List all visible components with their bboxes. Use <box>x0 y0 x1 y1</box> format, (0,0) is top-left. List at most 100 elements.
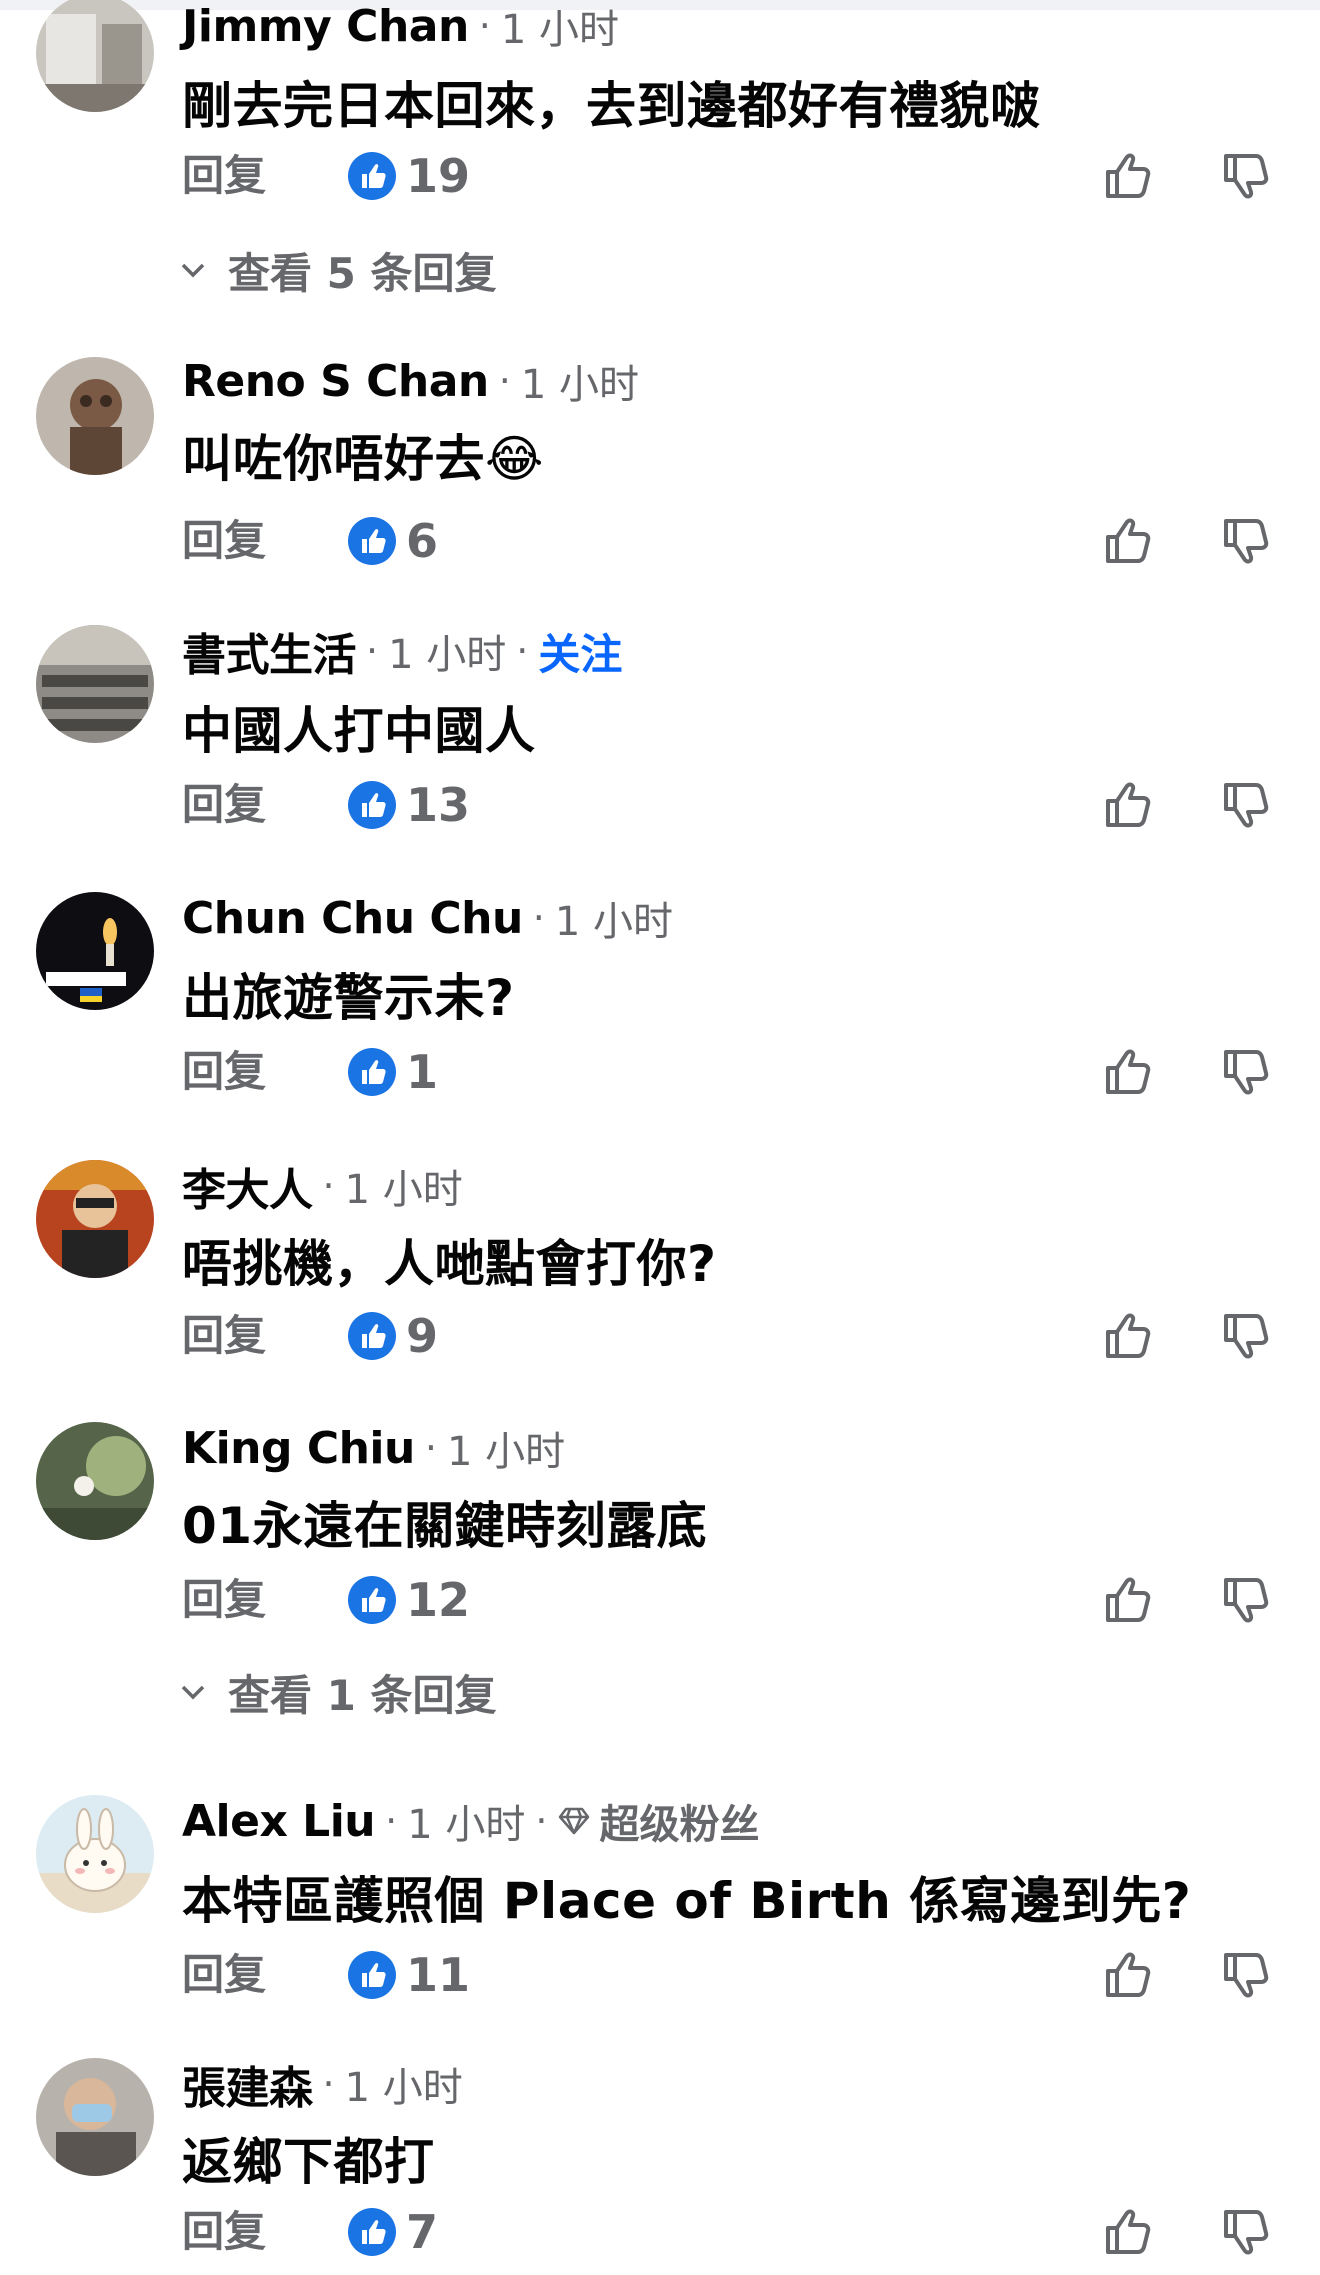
author-name[interactable]: Reno S Chan <box>182 356 489 407</box>
like-reaction-icon <box>348 517 396 565</box>
reply-button[interactable]: 回复 <box>182 2202 266 2262</box>
thumbs-down-icon[interactable] <box>1220 2206 1272 2258</box>
view-replies-button[interactable]: 查看 1 条回复 <box>180 1662 496 1722</box>
like-reaction-icon <box>348 1576 396 1624</box>
author-name[interactable]: 張建森 <box>182 2052 313 2116</box>
comment-text: 叫咗你唔好去😂 <box>182 419 544 491</box>
author-name[interactable]: 李大人 <box>182 1154 313 1218</box>
chevron-down-icon <box>181 1685 205 1700</box>
view-replies-label: 查看 1 条回复 <box>228 1670 497 1720</box>
separator-dot: · <box>385 1799 398 1843</box>
reply-button[interactable]: 回复 <box>182 146 266 206</box>
author-name[interactable]: 書式生活 <box>182 619 357 683</box>
reply-button[interactable]: 回复 <box>182 1945 266 2005</box>
view-replies-button[interactable]: 查看 5 条回复 <box>180 240 496 300</box>
comment-text: 返鄉下都打 <box>182 2133 435 2191</box>
avatar[interactable] <box>36 625 154 743</box>
avatar[interactable] <box>36 1795 154 1913</box>
timestamp: 1 小时 <box>344 1167 463 1213</box>
separator-dot: · <box>322 2062 335 2106</box>
avatar[interactable] <box>36 2058 154 2176</box>
author-name[interactable]: Jimmy Chan <box>182 1 469 52</box>
comment-text-body: 叫咗你唔好去 <box>182 430 485 488</box>
thumbs-down-icon[interactable] <box>1220 1310 1272 1362</box>
comment-text: 中國人打中國人 <box>182 702 536 760</box>
thumbs-down-icon[interactable] <box>1220 779 1272 831</box>
follow-button[interactable]: 关注 <box>538 621 622 682</box>
like-count[interactable]: 7 <box>406 2202 438 2262</box>
reply-button[interactable]: 回复 <box>182 511 266 571</box>
separator-dot: · <box>366 629 379 673</box>
thumbs-up-icon[interactable] <box>1102 779 1154 831</box>
like-count[interactable]: 19 <box>406 146 470 206</box>
comment-item: Chun Chu Chu · 1 小时 出旅遊警示未? 回复 1 <box>0 892 1320 1112</box>
like-count[interactable]: 6 <box>406 511 438 571</box>
comment-actions: 回复 9 <box>182 1306 1302 1366</box>
timestamp: 1 小时 <box>500 7 620 53</box>
thumbs-up-icon[interactable] <box>1102 1574 1154 1626</box>
comment-actions: 回复 6 <box>182 511 1302 571</box>
comment-text: 本特區護照個 Place of Birth 係寫邊到先? <box>182 1872 1192 1930</box>
timestamp: 1 小时 <box>554 899 674 945</box>
separator-dot: · <box>322 1164 335 1208</box>
avatar[interactable] <box>36 357 154 475</box>
like-reaction-icon <box>348 1048 396 1096</box>
like-count[interactable]: 11 <box>406 1945 470 2005</box>
comment-actions: 回复 13 <box>182 775 1302 835</box>
comment-actions: 回复 11 <box>182 1945 1302 2005</box>
thumbs-down-icon[interactable] <box>1220 515 1272 567</box>
timestamp: 1 小时 <box>388 632 507 678</box>
thumbs-up-icon[interactable] <box>1102 1949 1154 2001</box>
thumbs-down-icon[interactable] <box>1220 1574 1272 1626</box>
avatar[interactable] <box>36 892 154 1010</box>
comment-header: King Chiu · 1 小时 <box>182 1422 566 1476</box>
thumbs-up-icon[interactable] <box>1102 515 1154 567</box>
avatar[interactable] <box>36 0 154 112</box>
super-fan-label: 超级粉丝 <box>599 1802 760 1848</box>
avatar[interactable] <box>36 1160 154 1278</box>
like-count[interactable]: 13 <box>406 775 470 835</box>
comment-text: 出旅遊警示未? <box>182 969 515 1027</box>
author-name[interactable]: Chun Chu Chu <box>182 893 523 944</box>
thumbs-up-icon[interactable] <box>1102 150 1154 202</box>
thumbs-up-icon[interactable] <box>1102 1046 1154 1098</box>
comment-item: 張建森 · 1 小时 返鄉下都打 回复 7 <box>0 2058 1320 2275</box>
comment-text: 唔挑機，人哋點會打你? <box>182 1235 717 1293</box>
like-reaction-icon <box>348 152 396 200</box>
like-reaction-icon <box>348 1312 396 1360</box>
author-name[interactable]: Alex Liu <box>182 1796 376 1847</box>
timestamp: 1 小时 <box>344 2065 463 2111</box>
separator-dot: · <box>516 629 529 673</box>
thumbs-up-icon[interactable] <box>1102 2206 1154 2258</box>
reply-button[interactable]: 回复 <box>182 1570 266 1630</box>
reply-button[interactable]: 回复 <box>182 1306 266 1366</box>
comment-header: 李大人 · 1 小时 <box>182 1160 463 1216</box>
comment-actions: 回复 19 <box>182 146 1302 206</box>
thumbs-down-icon[interactable] <box>1220 1949 1272 2001</box>
timestamp: 1 小时 <box>446 1429 566 1475</box>
like-count[interactable]: 1 <box>406 1042 438 1102</box>
comment-item: King Chiu · 1 小时 01永遠在關鍵時刻露底 回复 12 查看 1 … <box>0 1422 1320 1732</box>
separator-dot: · <box>535 1799 548 1843</box>
author-name[interactable]: King Chiu <box>182 1423 415 1474</box>
like-count[interactable]: 9 <box>406 1306 438 1366</box>
thumbs-down-icon[interactable] <box>1220 1046 1272 1098</box>
avatar[interactable] <box>36 1422 154 1540</box>
like-reaction-icon <box>348 781 396 829</box>
view-replies-label: 查看 5 条回复 <box>228 248 497 298</box>
comment-header: 書式生活 · 1 小时 · 关注 <box>182 625 622 681</box>
comment-text: 剛去完日本回來，去到邊都好有禮貌啵 <box>182 77 1041 135</box>
comment-header: Jimmy Chan · 1 小时 <box>182 0 620 54</box>
comment-item: Jimmy Chan · 1 小时 剛去完日本回來，去到邊都好有禮貌啵 回复 1… <box>0 0 1320 330</box>
chevron-down-icon <box>181 263 205 278</box>
diamond-icon <box>559 1807 590 1835</box>
thumbs-down-icon[interactable] <box>1220 150 1272 202</box>
comment-item: 李大人 · 1 小时 唔挑機，人哋點會打你? 回复 9 <box>0 1160 1320 1375</box>
reply-button[interactable]: 回复 <box>182 775 266 835</box>
reply-button[interactable]: 回复 <box>182 1042 266 1102</box>
like-count[interactable]: 12 <box>406 1570 470 1630</box>
thumbs-up-icon[interactable] <box>1102 1310 1154 1362</box>
like-reaction-icon <box>348 2208 396 2256</box>
comment-item: Reno S Chan · 1 小时 叫咗你唔好去😂 回复 6 <box>0 355 1320 585</box>
timestamp: 1 小时 <box>520 362 639 408</box>
